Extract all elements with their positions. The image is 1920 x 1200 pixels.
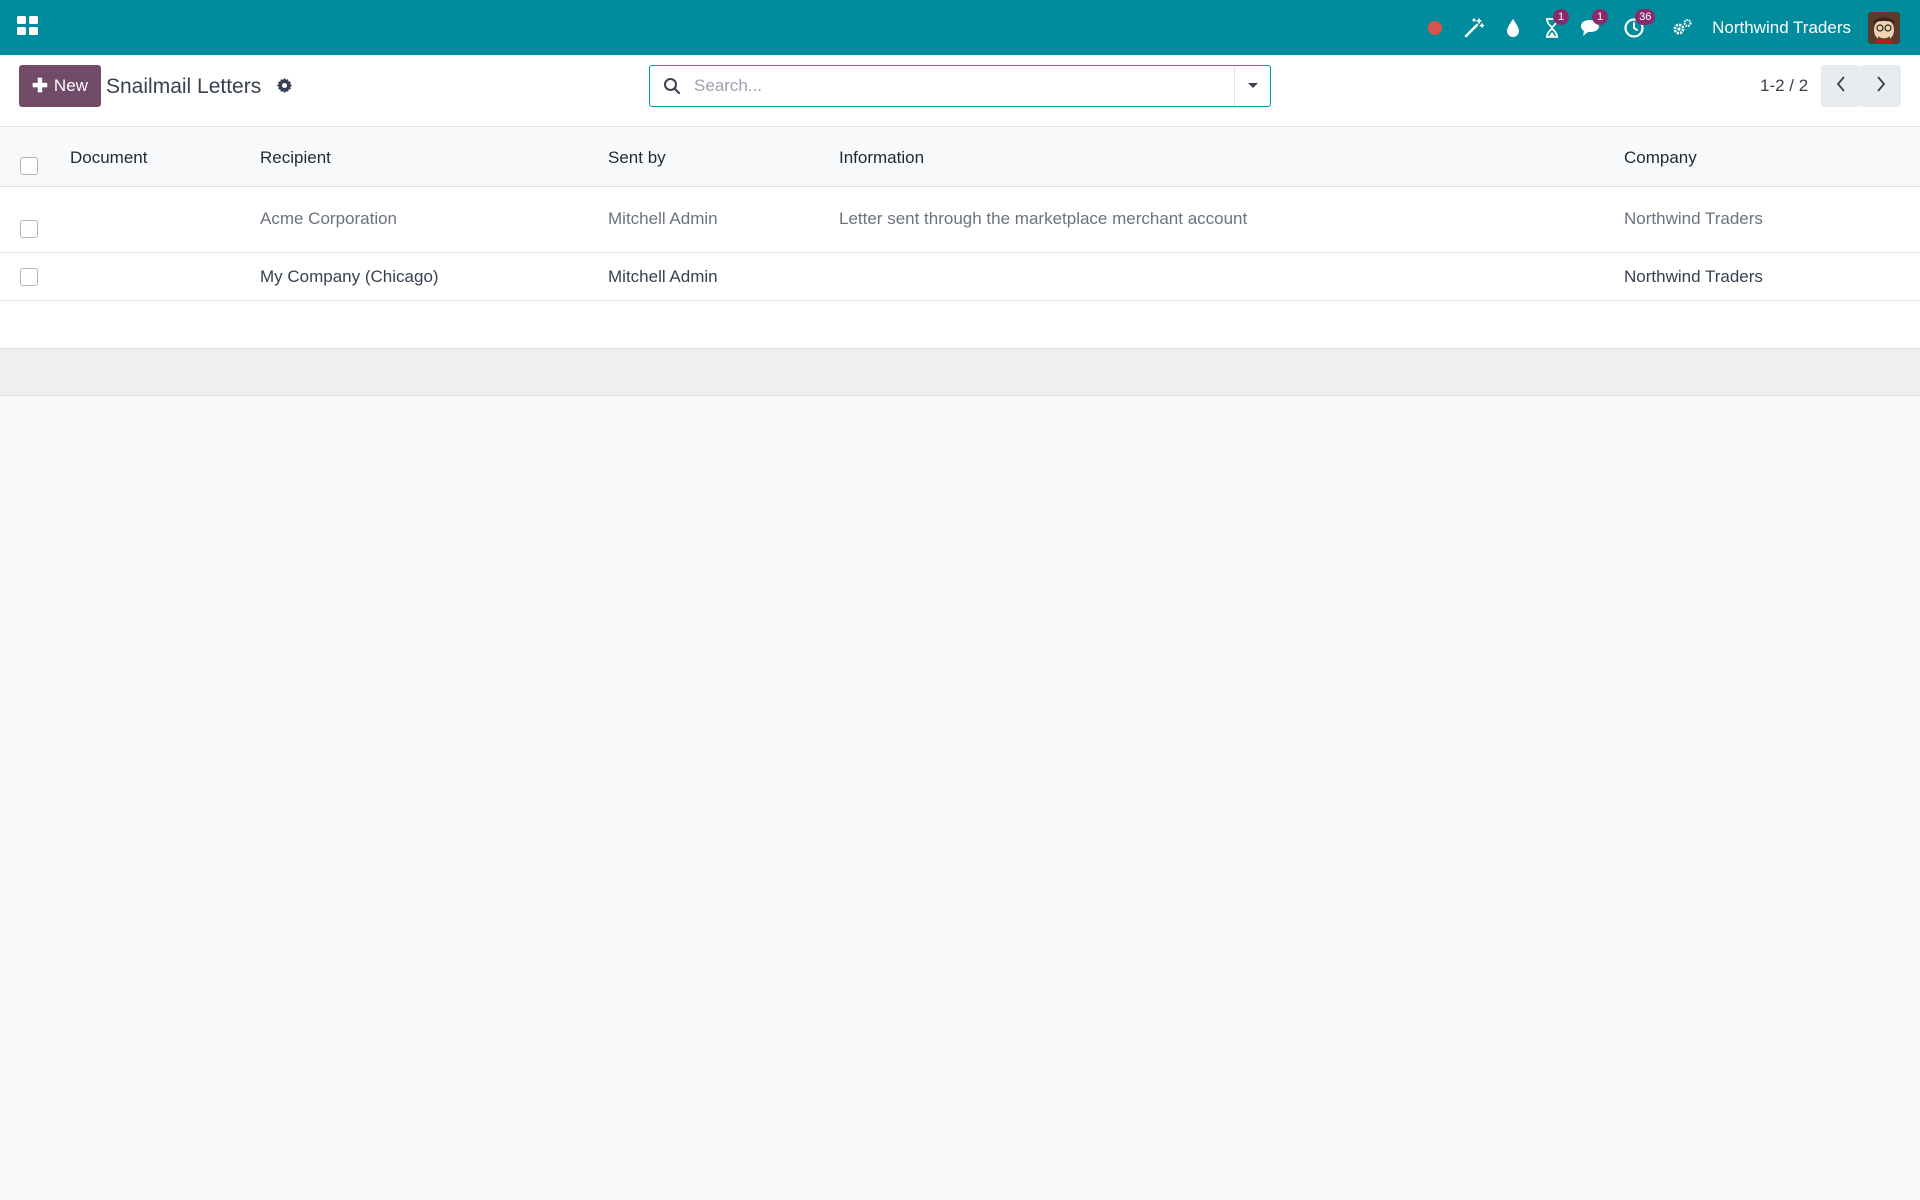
- table-row[interactable]: Acme Corporation Mitchell Admin Letter s…: [0, 187, 1920, 253]
- caret-down-icon: [1247, 77, 1259, 95]
- gear-icon[interactable]: [276, 77, 293, 99]
- pager-previous-button[interactable]: [1821, 65, 1861, 107]
- top-navbar: 1 1 36 Northwind Traders: [0, 0, 1920, 55]
- column-header-recipient[interactable]: Recipient: [260, 148, 331, 168]
- avatar[interactable]: [1868, 11, 1900, 44]
- magic-wand-icon[interactable]: [1461, 15, 1487, 41]
- navbar-systray: 1 1 36 Northwind Traders: [1422, 0, 1920, 55]
- page-title: Snailmail Letters: [106, 75, 262, 98]
- drop-icon[interactable]: [1500, 15, 1526, 41]
- settings-icon[interactable]: [1669, 15, 1695, 41]
- chevron-right-icon: [1876, 75, 1886, 97]
- control-panel: ✚ New Snailmail Letters 1-2 / 2: [0, 55, 1920, 127]
- search-bar: [649, 65, 1271, 107]
- search-input[interactable]: [694, 66, 1234, 106]
- list-header: Document Recipient Sent by Information C…: [0, 127, 1920, 187]
- cell-company: Northwind Traders: [1624, 209, 1763, 228]
- cell-recipient: Acme Corporation: [260, 209, 398, 228]
- company-switcher[interactable]: Northwind Traders: [1712, 18, 1851, 38]
- list-view: Document Recipient Sent by Information C…: [0, 127, 1920, 396]
- new-button-label: New: [53, 76, 88, 95]
- pager-next-button[interactable]: [1861, 65, 1901, 107]
- empty-row: [0, 301, 1920, 348]
- messages-badge: 1: [1592, 8, 1609, 25]
- apps-icon[interactable]: [17, 16, 39, 36]
- cell-sent-by: Mitchell Admin: [608, 267, 718, 286]
- new-button[interactable]: ✚ New: [19, 65, 101, 107]
- search-icon: [650, 66, 694, 106]
- column-header-company[interactable]: Company: [1624, 148, 1697, 168]
- cell-company: Northwind Traders: [1624, 267, 1763, 286]
- activities-badge: 1: [1553, 8, 1570, 25]
- clock-icon[interactable]: 36: [1621, 8, 1656, 41]
- chevron-left-icon: [1836, 75, 1846, 97]
- column-header-sent-by[interactable]: Sent by: [608, 148, 666, 168]
- cell-sent-by: Mitchell Admin: [608, 209, 718, 228]
- cell-information: Letter sent through the marketplace merc…: [839, 209, 1248, 228]
- table-row[interactable]: My Company (Chicago) Mitchell Admin Nort…: [0, 253, 1920, 301]
- list-footer: [0, 348, 1920, 396]
- column-header-information[interactable]: Information: [839, 148, 924, 168]
- timer-badge: 36: [1635, 8, 1656, 25]
- record-dot-icon[interactable]: [1422, 15, 1448, 41]
- row-checkbox[interactable]: [20, 220, 38, 238]
- select-all-checkbox[interactable]: [20, 157, 38, 175]
- column-header-document[interactable]: Document: [70, 148, 147, 168]
- row-checkbox[interactable]: [20, 268, 38, 286]
- plus-icon: ✚: [32, 75, 48, 97]
- pager-value[interactable]: 1-2 / 2: [1760, 76, 1808, 96]
- cell-recipient: My Company (Chicago): [260, 267, 439, 286]
- chat-icon[interactable]: 1: [1578, 8, 1609, 41]
- hourglass-icon[interactable]: 1: [1539, 8, 1570, 41]
- search-options-toggle[interactable]: [1234, 66, 1270, 106]
